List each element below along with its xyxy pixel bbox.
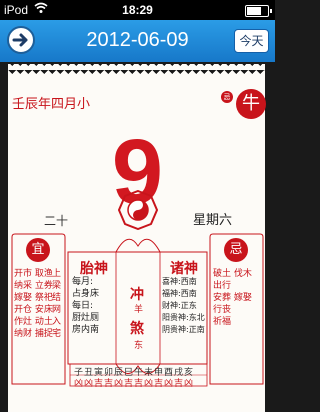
chong-value: 羊: [134, 305, 144, 315]
zhushen-label: 诸神: [170, 261, 198, 277]
ganzhi-bottom-row: 凶凶吉吉凶吉吉凶吉凶吉凶: [74, 379, 195, 389]
taishen-label: 胎神: [80, 261, 108, 277]
ji-list: 破土 伐木 出行 安葬 嫁娶 行丧 祈福: [213, 269, 252, 327]
taishen-details: 每月: 占身床 每日: 厨灶厕 房内南: [72, 277, 100, 335]
lunar-day: 二十: [44, 214, 69, 228]
status-time: 18:29: [122, 3, 153, 17]
bagua-icon: [118, 190, 158, 230]
zhushen-details: 喜神:西南 福神:西南 财神:正东 阳贵神:东北 阴贵神:正南: [162, 277, 205, 334]
sha-value: 东: [134, 341, 144, 351]
status-bar: iPod 18:29: [0, 0, 275, 20]
yi-list-2: 上 梁 结 网 入 宅: [52, 269, 62, 339]
almanac-board: 宜 忌 开市 取渔 纳采 立券 嫁娶 祭祀 开仓 安床 作灶 动土 纳财 捕捉 …: [10, 232, 265, 389]
ji-badge: 忌: [224, 238, 248, 262]
chong-label: 冲: [130, 287, 144, 303]
yi-badge: 宜: [26, 238, 50, 262]
torn-edge: [8, 62, 265, 74]
sha-label: 煞: [130, 321, 144, 337]
today-button[interactable]: 今天: [234, 29, 269, 53]
zodiac-badge: 忌: [221, 91, 233, 103]
zodiac-sign: 牛: [236, 89, 266, 119]
lunar-date: 壬辰年四月小: [12, 97, 91, 112]
navigation-bar: 2012-06-09 今天: [0, 20, 275, 62]
weekday-label: 星期六: [193, 213, 233, 228]
battery-icon: [245, 5, 272, 17]
